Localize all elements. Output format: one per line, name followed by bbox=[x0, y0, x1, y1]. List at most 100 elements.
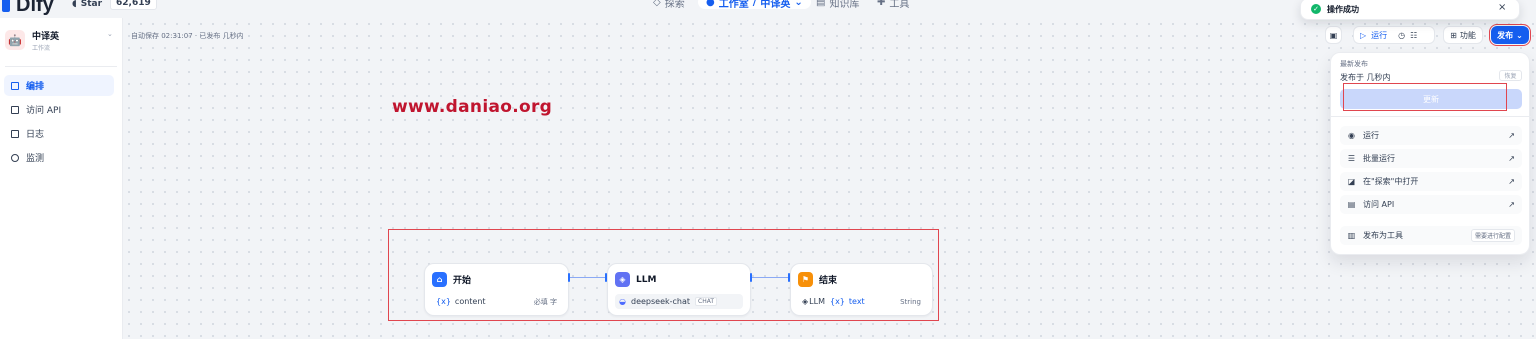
logo-mark bbox=[2, 0, 10, 12]
publish-button[interactable]: 发布 ⌄ bbox=[1489, 24, 1531, 46]
variable-type: 字 bbox=[550, 297, 557, 306]
brand-name: Dify bbox=[16, 0, 54, 16]
nav-tools-label: 工具 bbox=[889, 0, 910, 10]
features-button[interactable]: ⊞ 功能 bbox=[1443, 26, 1483, 44]
variable-name: text bbox=[848, 297, 865, 306]
end-flag-icon: ⚑ bbox=[798, 272, 813, 287]
sidebar: 🤖 中译英 工作流 ⌄ 编排 访问 API 日志 监测 bbox=[0, 18, 123, 339]
nav-explore[interactable]: ◇ 探索 bbox=[653, 0, 685, 10]
update-highlight-box bbox=[1343, 83, 1507, 111]
menu-item-publish-as-tool[interactable]: ▥ 发布为工具 需要进行配置 bbox=[1340, 226, 1522, 245]
llm-model-row: ◒ deepseek-chat CHAT bbox=[615, 294, 743, 309]
watermark: www.daniao.org bbox=[392, 97, 553, 117]
end-variable-row: ◈ LLM {x} text String bbox=[798, 294, 925, 309]
sidebar-item-orchestrate[interactable]: 编排 bbox=[4, 75, 114, 96]
env-variables-button[interactable]: ▣ bbox=[1325, 26, 1342, 44]
app-type: 工作流 bbox=[32, 45, 51, 52]
start-variable-row: {x} content 必填 字 bbox=[432, 294, 561, 309]
nav-studio-label: 工作室 bbox=[718, 0, 749, 10]
run-button-label[interactable]: 运行 bbox=[1371, 30, 1387, 41]
nav-knowledge[interactable]: ▤ 知识库 bbox=[816, 0, 860, 10]
llm-source-icon: ◈ bbox=[802, 297, 809, 306]
menu-item-label: 运行 bbox=[1363, 131, 1379, 140]
star-count: 62,619 bbox=[110, 0, 157, 10]
nav-current-app: 中译英 bbox=[760, 0, 791, 10]
app-name: 中译英 bbox=[32, 32, 60, 42]
restore-button[interactable]: 恢复 bbox=[1499, 70, 1522, 81]
success-toast: ✓ 操作成功 × bbox=[1300, 0, 1520, 20]
nav-separator: / bbox=[752, 0, 757, 8]
deepseek-icon: ◒ bbox=[619, 297, 626, 306]
menu-item-label: 在"探索"中打开 bbox=[1363, 177, 1419, 186]
sidebar-item-monitor[interactable]: 监测 bbox=[4, 147, 114, 168]
menu-item-run[interactable]: ◉ 运行 ↗ bbox=[1340, 126, 1522, 145]
menu-item-open-explore[interactable]: ◪ 在"探索"中打开 ↗ bbox=[1340, 172, 1522, 191]
nav-knowledge-label: 知识库 bbox=[829, 0, 860, 10]
github-icon: ◖ bbox=[72, 0, 77, 9]
start-node-title: 开始 bbox=[453, 276, 472, 286]
variable-icon: {x} bbox=[829, 297, 845, 306]
sidebar-item-api[interactable]: 访问 API bbox=[4, 99, 114, 120]
terminal-icon bbox=[11, 105, 19, 114]
arrow-up-right-icon: ↗ bbox=[1508, 131, 1515, 140]
studio-icon: ● bbox=[706, 0, 715, 8]
menu-item-label: 批量运行 bbox=[1363, 154, 1395, 163]
llm-node-title: LLM bbox=[636, 274, 657, 285]
end-node[interactable]: ⚑ 结束 ◈ LLM {x} text String bbox=[790, 263, 933, 316]
chevron-down-icon: ⌄ bbox=[1516, 30, 1523, 40]
sidebar-item-label: 访问 API bbox=[26, 106, 62, 116]
sidebar-item-label: 日志 bbox=[26, 130, 45, 140]
checklist-icon[interactable]: ☷ bbox=[1410, 31, 1417, 40]
play-icon[interactable]: ▷ bbox=[1360, 31, 1366, 40]
features-label: 功能 bbox=[1459, 30, 1476, 40]
edge-llm-end bbox=[752, 277, 789, 278]
variable-name: content bbox=[454, 297, 486, 306]
required-tag: 必填 字 bbox=[534, 297, 557, 307]
home-icon: ⌂ bbox=[432, 272, 447, 287]
arrow-up-right-icon: ↗ bbox=[1508, 200, 1515, 209]
chevron-down-icon[interactable]: ⌄ bbox=[107, 30, 113, 38]
model-mode-badge: CHAT bbox=[695, 297, 718, 306]
menu-item-label: 访问 API bbox=[1363, 200, 1395, 209]
arrow-up-right-icon: ↗ bbox=[1508, 177, 1515, 186]
required-label: 必填 bbox=[533, 297, 548, 306]
github-star-button[interactable]: ◖ Star bbox=[72, 0, 102, 10]
explore-icon: ◇ bbox=[653, 0, 661, 8]
sidebar-item-label: 编排 bbox=[26, 82, 45, 92]
dify-logo[interactable]: Dify bbox=[2, 0, 54, 17]
sidebar-item-logs[interactable]: 日志 bbox=[4, 123, 114, 144]
tools-icon: ✚ bbox=[877, 0, 886, 8]
llm-icon: ◈ bbox=[615, 272, 630, 287]
run-toolbar-group: ▷ 运行 ◷ ☷ bbox=[1353, 26, 1435, 44]
start-node[interactable]: ⌂ 开始 {x} content 必填 字 bbox=[424, 263, 569, 316]
chevron-down-icon: ⌄ bbox=[794, 0, 803, 8]
menu-item-access-api[interactable]: ▤ 访问 API ↗ bbox=[1340, 195, 1522, 214]
knowledge-icon: ▤ bbox=[816, 0, 826, 8]
close-icon[interactable]: × bbox=[1498, 2, 1506, 13]
arrow-up-right-icon: ↗ bbox=[1508, 154, 1515, 163]
file-list-icon bbox=[11, 129, 19, 138]
config-required-badge: 需要进行配置 bbox=[1470, 229, 1515, 242]
llm-node[interactable]: ◈ LLM ◒ deepseek-chat CHAT bbox=[607, 263, 751, 316]
nav-studio[interactable]: ● 工作室 / 中译英 ⌄ bbox=[698, 0, 811, 10]
list-icon: ☰ bbox=[1347, 154, 1356, 163]
app-avatar-icon[interactable]: 🤖 bbox=[5, 30, 25, 50]
play-circle-icon: ◉ bbox=[1348, 131, 1355, 140]
document-icon: ▤ bbox=[1347, 200, 1356, 209]
publish-label: 发布 bbox=[1497, 30, 1514, 40]
variable-type: String bbox=[900, 297, 921, 306]
model-name: deepseek-chat bbox=[630, 297, 691, 306]
star-label: Star bbox=[80, 0, 103, 9]
nav-tools[interactable]: ✚ 工具 bbox=[877, 0, 910, 10]
toolbox-icon: ▥ bbox=[1347, 231, 1356, 240]
compass-icon: ◪ bbox=[1347, 177, 1356, 186]
dropdown-divider bbox=[1331, 116, 1531, 117]
end-node-title: 结束 bbox=[819, 276, 838, 286]
menu-item-batch-run[interactable]: ☰ 批量运行 ↗ bbox=[1340, 149, 1522, 168]
env-icon: ▣ bbox=[1329, 30, 1338, 40]
features-icon: ⊞ bbox=[1450, 30, 1457, 40]
variable-icon: {x} bbox=[436, 297, 451, 306]
published-at: 发布于 几秒内 bbox=[1340, 73, 1391, 82]
history-icon[interactable]: ◷ bbox=[1398, 31, 1405, 40]
layout-icon bbox=[11, 81, 19, 90]
